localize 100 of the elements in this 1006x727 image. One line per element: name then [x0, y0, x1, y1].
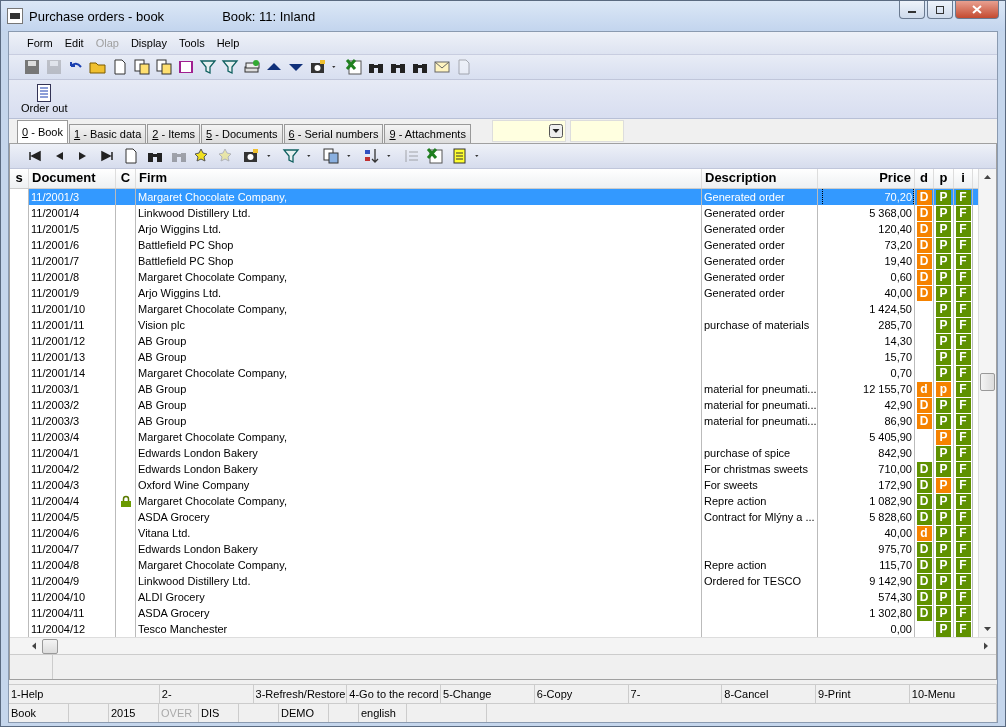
column-header[interactable]: Document — [29, 169, 116, 188]
new-page-icon[interactable] — [111, 58, 129, 76]
filter-icon[interactable] — [199, 58, 217, 76]
filter-icon[interactable] — [282, 147, 300, 165]
scrollbar-thumb[interactable] — [980, 373, 995, 391]
sort-icon[interactable] — [362, 147, 380, 165]
tab[interactable]: 9 - Attachments — [384, 124, 471, 143]
status-badge: F — [955, 301, 971, 317]
table-row[interactable]: 11/2004/10 ALDI Grocery 574,30 D P F — [10, 589, 978, 605]
maximize-icon[interactable] — [935, 5, 945, 14]
table-row[interactable]: 11/2001/3 Margaret Chocolate Company, Generated order 70,20 D P F — [10, 189, 978, 205]
column-header[interactable]: d — [915, 169, 934, 188]
status-item: english — [359, 704, 407, 722]
order-out-button[interactable]: Order out — [21, 84, 68, 114]
menu-item[interactable]: Display — [124, 37, 173, 49]
menu-item[interactable]: Edit — [58, 37, 90, 49]
spreadsheet-icon[interactable] — [426, 147, 444, 165]
table-cell-text: 11/2001/7 — [31, 254, 80, 269]
status-badge: P — [936, 285, 951, 301]
status-badge: F — [955, 365, 971, 381]
menu-item[interactable]: Form — [21, 37, 59, 49]
table-row[interactable]: 11/2001/14 Margaret Chocolate Company, 0,70 P F — [10, 365, 978, 381]
table-cell-text: 120,40 — [878, 222, 912, 237]
spreadsheet-icon[interactable] — [345, 58, 363, 76]
column-header[interactable]: Description — [702, 169, 818, 188]
menu-item[interactable]: Help — [210, 37, 246, 49]
table-cell-text: Generated order — [704, 286, 785, 301]
filter-list-icon[interactable] — [221, 58, 239, 76]
vertical-scrollbar[interactable] — [978, 169, 996, 637]
column-header[interactable]: p — [934, 169, 954, 188]
table-cell-text: AB Group — [138, 334, 187, 349]
status-badge: P — [936, 301, 951, 317]
table-cell-text: ALDI Grocery — [138, 590, 205, 605]
close-icon[interactable] — [972, 5, 982, 14]
table-row[interactable]: 11/2001/9 Arjo Wiggins Ltd. Generated order 40,00 D P F — [10, 285, 978, 301]
horizontal-scrollbar[interactable] — [10, 637, 996, 654]
table-row[interactable]: 11/2001/12 AB Group 14,30 P F — [10, 333, 978, 349]
column-header[interactable]: s — [10, 169, 29, 188]
table-row[interactable]: 11/2004/3 Oxford Wine Company For sweets 172,90 D P F — [10, 477, 978, 493]
table-row[interactable]: 11/2004/7 Edwards London Bakery 975,70 D P F — [10, 541, 978, 557]
filter-dropdown[interactable] — [491, 120, 566, 142]
table-row[interactable]: 11/2001/7 Battlefield PC Shop Generated order 19,40 D P F — [10, 253, 978, 269]
table-row[interactable]: 11/2001/10 Margaret Chocolate Company, 1 424,50 P F — [10, 301, 978, 317]
table-cell-text: 11/2003/2 — [31, 398, 80, 413]
status-badge: F — [955, 349, 971, 365]
copy-icon[interactable] — [133, 58, 151, 76]
table-row[interactable]: 11/2003/2 AB Group material for pneumati... 42,90 D P F — [10, 397, 978, 413]
table-cell-text: 975,70 — [878, 542, 912, 557]
table-row[interactable]: 11/2004/9 Linkwood Distillery Ltd. Ordered for TESCO 9 142,90 D P F — [10, 573, 978, 589]
column-header[interactable]: i — [954, 169, 973, 188]
table-row[interactable]: 11/2001/11 Vision plc purchase of materials 285,70 P F — [10, 317, 978, 333]
table-cell-text: Margaret Chocolate Company, — [138, 558, 287, 573]
close-button[interactable] — [955, 1, 999, 19]
table-row[interactable]: 11/2004/11 ASDA Grocery 1 302,80 D P F — [10, 605, 978, 621]
status-badge: F — [955, 493, 971, 509]
tab[interactable]: 5 - Documents — [201, 124, 283, 143]
table-cell-text: material for pneumati... — [704, 382, 817, 397]
table-row[interactable]: 11/2001/6 Battlefield PC Shop Generated order 73,20 D P F — [10, 237, 978, 253]
table-row[interactable]: 11/2004/2 Edwards London Bakery For christmas sweets 710,00 D P F — [10, 461, 978, 477]
status-badge: P — [936, 333, 951, 349]
table-row[interactable]: 11/2001/13 AB Group 15,70 P F — [10, 349, 978, 365]
tab[interactable]: 0 - Book — [17, 120, 68, 143]
table-row[interactable]: 11/2004/6 Vitana Ltd. 40,00 d P F — [10, 525, 978, 541]
table-row[interactable]: 11/2004/8 Margaret Chocolate Company, Repre action 115,70 D P F — [10, 557, 978, 573]
table-row[interactable]: 11/2001/5 Arjo Wiggins Ltd. Generated order 120,40 D P F — [10, 221, 978, 237]
status-badge: D — [916, 493, 932, 509]
menu-item[interactable]: Tools — [172, 37, 211, 49]
status-badge: P — [936, 237, 951, 253]
table-cell-text: Generated order — [704, 238, 785, 253]
tab[interactable]: 1 - Basic data — [69, 124, 147, 143]
status-badge: P — [936, 221, 951, 237]
filter-field[interactable] — [569, 120, 624, 142]
tab[interactable]: 2 - Items — [147, 124, 201, 143]
tab[interactable]: 6 - Serial numbers — [283, 124, 384, 143]
table-row[interactable]: 11/2001/4 Linkwood Distillery Ltd. Generated order 5 368,00 D P F — [10, 205, 978, 221]
table-row[interactable]: 11/2001/8 Margaret Chocolate Company, Generated order 0,60 D P F — [10, 269, 978, 285]
maximize-button[interactable] — [927, 1, 953, 19]
table-cell-text: 9 142,90 — [869, 574, 912, 589]
minimize-button[interactable] — [899, 1, 925, 19]
status-badge: D — [916, 285, 932, 301]
table-row[interactable]: 11/2004/1 Edwards London Bakery purchase of spice 842,90 P F — [10, 445, 978, 461]
table-row[interactable]: 11/2003/3 AB Group material for pneumati... 86,90 D P F — [10, 413, 978, 429]
column-header[interactable]: C — [116, 169, 136, 188]
table-cell-text: 11/2001/3 — [31, 190, 80, 205]
camera-icon[interactable] — [309, 58, 327, 76]
table-row[interactable]: 11/2004/4 Margaret Chocolate Company, Repre action 1 082,90 D P F — [10, 493, 978, 509]
table-row[interactable]: 11/2004/5 ASDA Grocery Contract for Mlýny a ... 5 828,60 D P F — [10, 509, 978, 525]
table-cell-text: purchase of spice — [704, 446, 791, 461]
table-row[interactable]: 11/2003/4 Margaret Chocolate Company, 5 405,90 P F — [10, 429, 978, 445]
paste-icon[interactable] — [155, 58, 173, 76]
stack-icon[interactable] — [243, 58, 261, 76]
sheet-icon[interactable] — [450, 147, 468, 165]
save-icon[interactable] — [23, 58, 41, 76]
table-cell-text: 40,00 — [884, 286, 912, 301]
camera-icon[interactable] — [242, 147, 260, 165]
column-header[interactable]: Price — [818, 169, 915, 188]
scrollbar-thumb[interactable] — [42, 638, 58, 654]
column-header[interactable]: Firm — [136, 169, 702, 188]
table-row[interactable]: 11/2003/1 AB Group material for pneumati... 12 155,70 d p F — [10, 381, 978, 397]
status-badge: F — [955, 557, 971, 573]
